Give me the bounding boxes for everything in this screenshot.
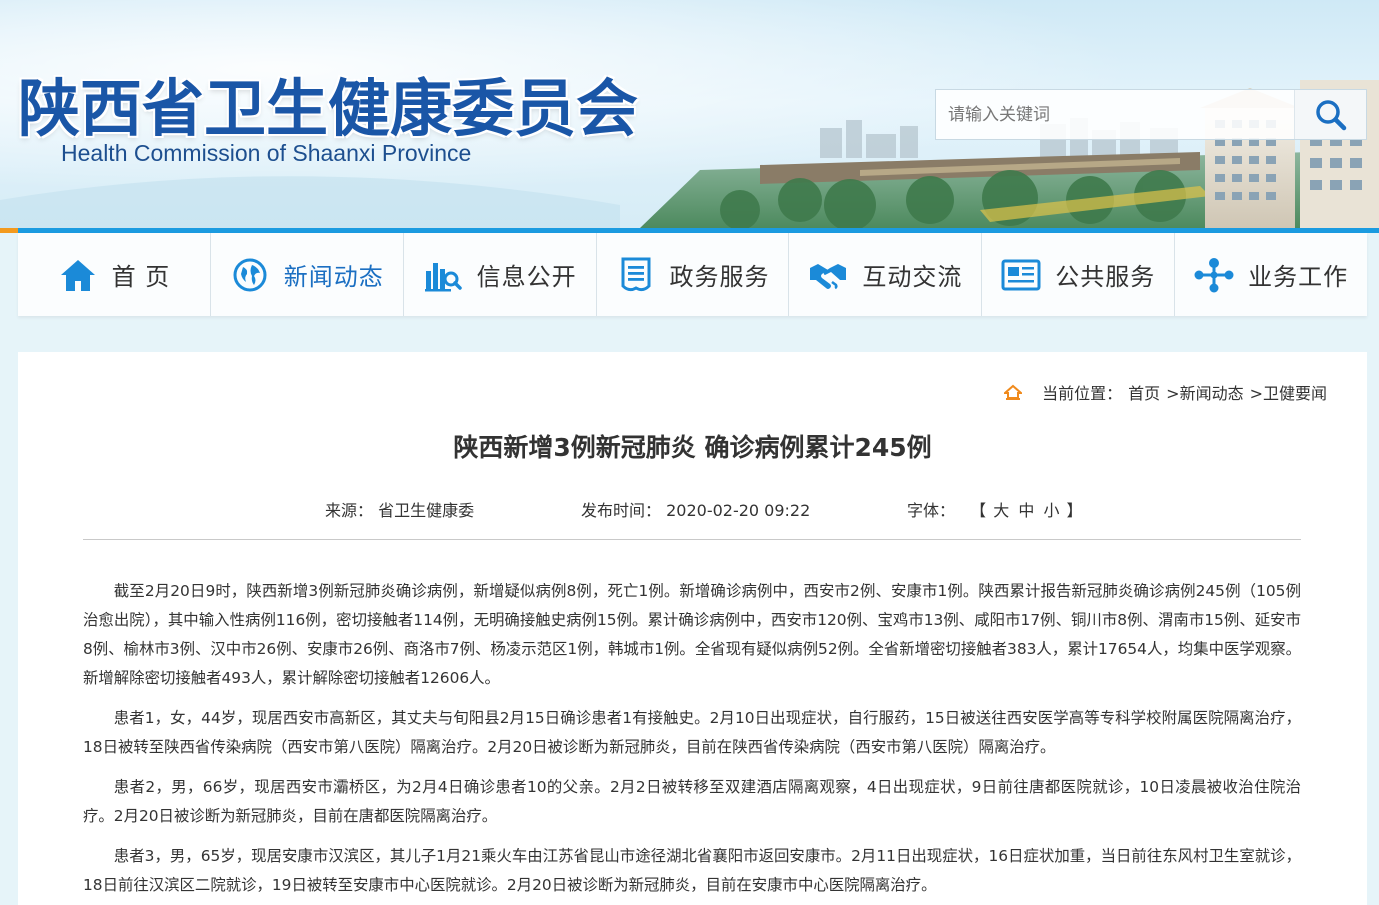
nav-item-label: 政务服务 <box>669 263 770 291</box>
nav-item-label: 信息公开 <box>476 263 577 291</box>
breadcrumb-health-news-link[interactable]: >卫健要闻 <box>1250 380 1327 404</box>
article-paragraph: 患者1，女，44岁，现居西安市高新区，其丈夫与旬阳县2月15日确诊患者1有接触史… <box>83 709 1301 756</box>
breadcrumb: 当前位置： 首页 >新闻动态 >卫健要闻 <box>1004 380 1327 404</box>
publish-time-value: 2020-02-20 09:22 <box>666 501 811 520</box>
breadcrumb-news-link[interactable]: >新闻动态 <box>1166 380 1243 404</box>
newspaper-icon <box>1001 255 1041 295</box>
breadcrumb-home-link[interactable]: 首页 <box>1128 380 1160 404</box>
home-location-icon <box>1004 384 1023 400</box>
article-paragraph: 患者2，男，66岁，现居西安市灞桥区，为2月4日确诊患者10的父亲。2月2日被转… <box>83 778 1301 825</box>
search-button[interactable] <box>1294 90 1366 139</box>
site-subtitle: Health Commission of Shaanxi Province <box>61 140 472 166</box>
nav-item-business-work[interactable]: 业务工作 <box>1175 233 1367 316</box>
search-icon <box>1315 99 1346 130</box>
nav-item-label: 业务工作 <box>1248 263 1349 291</box>
globe-icon <box>230 255 270 295</box>
font-size-open-bracket: 【 <box>970 501 987 520</box>
article-source: 来源： 省卫生健康委 <box>325 497 474 521</box>
nav-item-news[interactable]: 新闻动态 <box>211 233 404 316</box>
article-body: 截至2月20日9时，陕西新增3例新冠肺炎确诊病例，新增疑似病例8例，死亡1例。新… <box>83 577 1301 905</box>
search-box <box>935 89 1367 140</box>
nav-item-info-disclosure[interactable]: 信息公开 <box>404 233 597 316</box>
nav-item-label: 互动交流 <box>862 263 963 291</box>
home-icon <box>58 255 98 295</box>
font-size-close-bracket: 】 <box>1066 501 1083 520</box>
font-size-small-button[interactable]: 小 <box>1043 501 1059 520</box>
nav-item-label: 新闻动态 <box>283 263 384 291</box>
article-paragraph: 截至2月20日9时，陕西新增3例新冠肺炎确诊病例，新增疑似病例8例，死亡1例。新… <box>83 582 1301 687</box>
nav-item-home[interactable]: 首 页 <box>18 233 211 316</box>
nav-item-government-services[interactable]: 政务服务 <box>597 233 790 316</box>
nav-item-label: 首 页 <box>111 263 171 291</box>
document-list-icon <box>616 255 656 295</box>
search-input[interactable] <box>936 90 1294 139</box>
font-size-selector: 字体： 【 大 中 小 】 <box>907 497 1083 521</box>
nav-item-label: 公共服务 <box>1055 263 1156 291</box>
source-label: 来源： <box>325 501 374 520</box>
article-container: 当前位置： 首页 >新闻动态 >卫健要闻 陕西新增3例新冠肺炎 确诊病例累计24… <box>18 352 1367 905</box>
nav-item-interaction[interactable]: 互动交流 <box>789 233 983 316</box>
title-divider <box>83 539 1301 540</box>
source-value: 省卫生健康委 <box>378 501 475 520</box>
nav-accent-mark <box>0 228 18 233</box>
article-publish-time: 发布时间： 2020-02-20 09:22 <box>581 497 810 521</box>
font-size-medium-button[interactable]: 中 <box>1018 501 1034 520</box>
main-nav: 首 页 新闻动态 信息公开 政务服务 互动交流 公共服务 业务工作 <box>18 233 1367 316</box>
font-size-large-button[interactable]: 大 <box>993 501 1009 520</box>
site-header: 陕西省卫生健康委员会 Health Commission of Shaanxi … <box>0 0 1379 228</box>
nav-item-public-services[interactable]: 公共服务 <box>982 233 1176 316</box>
network-nodes-icon <box>1194 255 1234 295</box>
publish-time-label: 发布时间： <box>581 501 662 520</box>
article-paragraph: 患者3，男，65岁，现居安康市汉滨区，其儿子1月21乘火车由江苏省昆山市途径湖北… <box>83 847 1301 894</box>
breadcrumb-prefix: 当前位置： <box>1042 384 1123 403</box>
handshake-icon <box>808 255 848 295</box>
font-size-label: 字体： <box>907 501 956 520</box>
site-title[interactable]: 陕西省卫生健康委员会 <box>18 58 638 148</box>
article-title: 陕西新增3例新冠肺炎 确诊病例累计245例 <box>453 433 932 462</box>
chart-search-icon <box>423 255 463 295</box>
